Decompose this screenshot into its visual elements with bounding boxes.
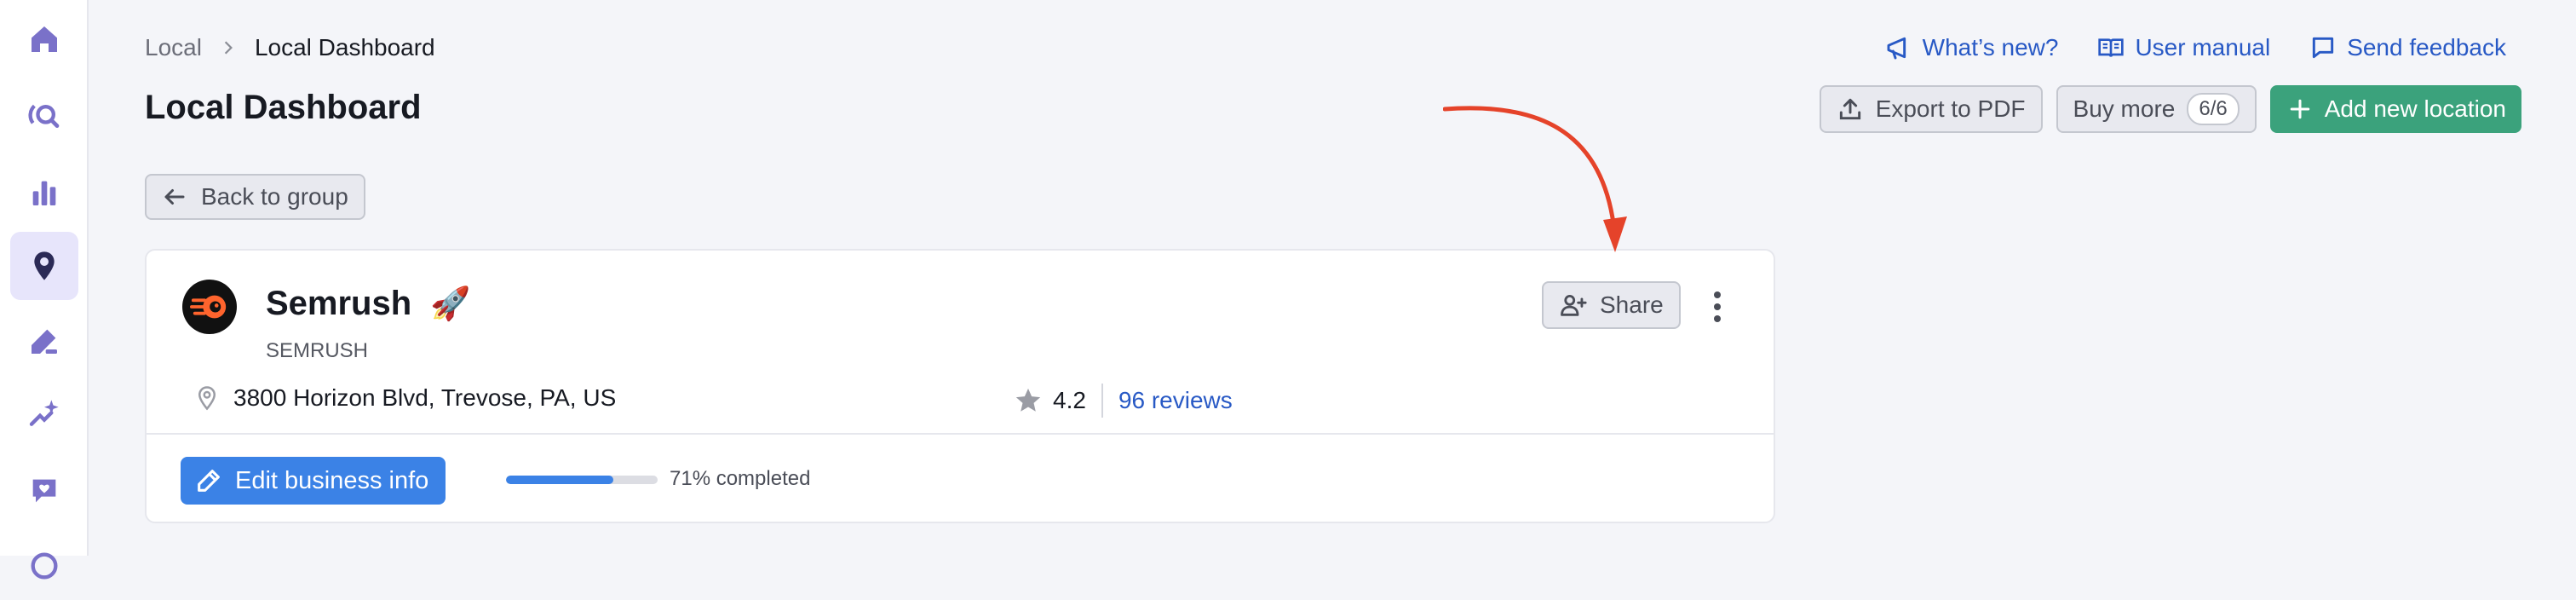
card-divider [147,433,1774,435]
page-actions: Export to PDF Buy more 6/6 Add new locat… [1820,85,2521,133]
send-feedback-label: Send feedback [2347,34,2506,61]
annotation-arrow-icon [1443,95,1699,266]
rating-divider [1101,384,1103,418]
location-pin-icon [194,384,220,412]
megaphone-icon [1885,34,1912,61]
business-logo [182,280,237,334]
breadcrumb-local-link[interactable]: Local [145,34,202,61]
heart-chat-icon [27,474,61,508]
sidebar-item-analytics[interactable] [10,159,78,227]
plus-icon [2289,98,2311,120]
pen-icon [27,324,61,358]
page-title: Local Dashboard [145,89,422,127]
business-rating: 4.2 96 reviews [1014,384,1233,418]
sidebar [0,0,89,556]
sidebar-item-seo[interactable] [10,82,78,150]
more-options-icon[interactable] [1707,290,1728,324]
edit-business-info-button[interactable]: Edit business info [181,457,446,505]
address-text: 3800 Horizon Blvd, Trevose, PA, US [233,384,616,412]
breadcrumb: Local Local Dashboard [145,32,435,63]
message-icon [2309,34,2337,61]
export-pdf-label: Export to PDF [1876,95,2026,123]
sidebar-item-more[interactable] [10,532,78,600]
edit-business-info-label: Edit business info [235,467,428,495]
sparkle-chart-icon [27,397,61,431]
share-label: Share [1600,291,1664,319]
edit-pencil-icon [194,466,223,495]
bar-chart-icon [27,176,61,210]
sidebar-item-home[interactable] [10,5,78,73]
completion-progress-fill [506,476,613,484]
business-subtitle: SEMRUSH [266,339,368,363]
breadcrumb-current: Local Dashboard [255,34,435,61]
upload-icon [1837,95,1864,123]
send-feedback-link[interactable]: Send feedback [2309,34,2506,61]
sidebar-item-ai[interactable] [10,380,78,448]
book-icon [2097,34,2125,61]
sidebar-item-local[interactable] [10,232,78,300]
chevron-right-icon [221,40,236,55]
back-to-group-button[interactable]: Back to group [145,174,365,220]
business-name: Semrush 🚀 [266,285,471,323]
sidebar-item-reviews[interactable] [10,457,78,525]
add-new-location-button[interactable]: Add new location [2270,85,2521,133]
buy-more-label: Buy more [2073,95,2176,123]
rating-value: 4.2 [1053,387,1086,414]
user-manual-link[interactable]: User manual [2097,34,2270,61]
whats-new-label: What’s new? [1923,34,2059,61]
header-links: What’s new? User manual Send feedback [1885,31,2506,65]
back-to-group-label: Back to group [201,183,348,211]
rocket-emoji: 🚀 [430,286,470,323]
add-new-location-label: Add new location [2325,95,2506,123]
more-tools-icon [27,549,61,583]
business-card: Semrush 🚀 SEMRUSH Share 3800 Horizon Blv… [145,249,1775,523]
star-icon [1014,386,1043,415]
arrow-left-icon [162,184,187,210]
sidebar-item-content[interactable] [10,307,78,375]
share-button[interactable]: Share [1542,281,1681,329]
map-pin-icon [27,249,61,283]
buy-more-button[interactable]: Buy more 6/6 [2056,85,2257,133]
business-address: 3800 Horizon Blvd, Trevose, PA, US [194,384,616,412]
reviews-link[interactable]: 96 reviews [1118,387,1233,414]
whats-new-link[interactable]: What’s new? [1885,34,2059,61]
business-name-text: Semrush [266,285,411,323]
search-analytics-icon [27,99,61,133]
home-icon [27,22,61,56]
semrush-logo-icon [190,287,229,326]
main-content: Local Local Dashboard Local Dashboard Wh… [89,0,2576,556]
completion-text: 71% completed [670,467,810,491]
user-manual-label: User manual [2135,34,2270,61]
add-user-icon [1559,291,1588,320]
completion-progress-bar [506,476,658,484]
export-pdf-button[interactable]: Export to PDF [1820,85,2043,133]
location-count-badge: 6/6 [2187,93,2239,125]
